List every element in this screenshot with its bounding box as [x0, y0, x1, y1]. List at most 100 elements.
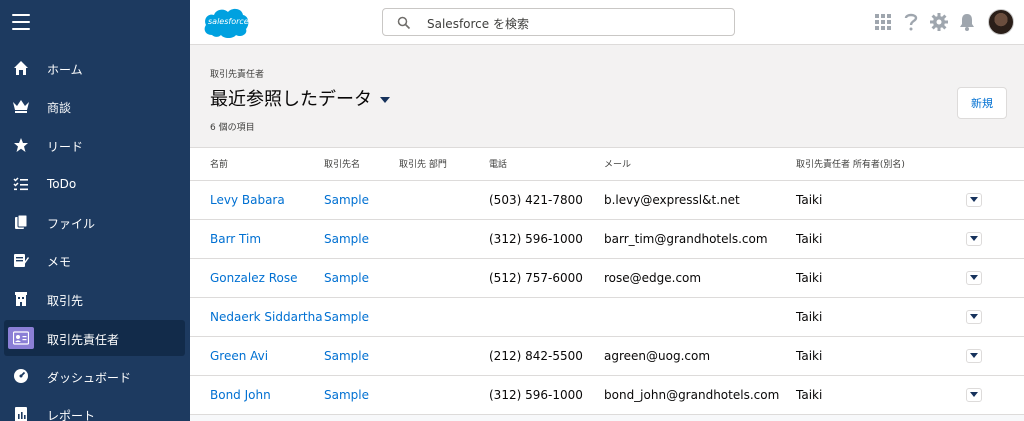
building-icon [12, 290, 30, 308]
row-action-menu-button[interactable] [966, 348, 982, 363]
list-view-panel: 取引先責任者 最近参照したデータ 6 個の項目 新規 名前 取引先名 取引先 部… [190, 45, 1024, 421]
sidebar-item-reports[interactable]: レポート [0, 396, 190, 421]
list-view-header: 取引先責任者 最近参照したデータ 6 個の項目 新規 [190, 45, 1024, 148]
owner-cell: Taiki [796, 219, 966, 259]
row-action-menu-button[interactable] [966, 192, 982, 207]
lead-star-icon [12, 136, 30, 154]
email-cell: b.levy@expressl&t.net [604, 180, 796, 220]
account-name-link[interactable]: Sample [324, 297, 399, 337]
column-header-account[interactable]: 取引先名 [324, 148, 399, 181]
chevron-down-icon[interactable] [380, 97, 390, 103]
sidebar-item-dashboards[interactable]: ダッシュボード [0, 358, 190, 394]
division-cell [399, 219, 489, 259]
table-row: Levy Babara Sample (503) 421-7800 b.levy… [190, 180, 1024, 220]
sidebar-item-opportunities[interactable]: 商談 [0, 88, 190, 124]
email-cell: agreen@uog.com [604, 336, 796, 376]
row-action-menu-button[interactable] [966, 231, 982, 246]
sidebar-item-label: ファイル [47, 217, 96, 231]
contact-card-icon [8, 327, 34, 349]
table-row: Bond John Sample (312) 596-1000 bond_joh… [190, 375, 1024, 415]
contact-name-link[interactable]: Gonzalez Rose [190, 258, 324, 298]
notification-bell-icon[interactable] [958, 13, 976, 31]
chevron-down-icon [970, 314, 978, 319]
chevron-down-icon [970, 236, 978, 241]
row-action-menu-button[interactable] [966, 387, 982, 402]
files-icon [12, 213, 30, 231]
item-count: 6 個の項目 [210, 123, 255, 133]
sidebar-item-contacts[interactable]: 取引先責任者 [4, 320, 185, 356]
owner-cell: Taiki [796, 180, 966, 220]
chevron-down-icon [970, 392, 978, 397]
column-header-owner[interactable]: 取引先責任者 所有者(別名) [796, 148, 966, 181]
account-name-link[interactable]: Sample [324, 375, 399, 415]
sidebar-item-label: レポート [47, 409, 96, 421]
division-cell [399, 297, 489, 337]
sidebar-item-label: ホーム [47, 63, 83, 77]
account-name-link[interactable]: Sample [324, 219, 399, 259]
division-cell [399, 258, 489, 298]
list-view-name: 最近参照したデータ [210, 89, 372, 110]
sidebar-item-accounts[interactable]: 取引先 [0, 281, 190, 317]
division-cell [399, 336, 489, 376]
column-header-email[interactable]: メール [604, 148, 796, 181]
column-header-division[interactable]: 取引先 部門 [399, 148, 489, 181]
sidebar-item-home[interactable]: ホーム [0, 50, 190, 86]
new-button[interactable]: 新規 [957, 87, 1007, 119]
app-launcher-icon[interactable] [874, 13, 892, 31]
email-cell [604, 297, 796, 337]
division-cell [399, 375, 489, 415]
crown-icon [12, 97, 30, 115]
user-avatar[interactable] [988, 9, 1014, 35]
setup-gear-icon[interactable] [930, 13, 948, 31]
sidebar-item-files[interactable]: ファイル [0, 204, 190, 240]
dashboard-gauge-icon [12, 367, 30, 385]
app-sidebar: ホーム 商談 リード ToDo ファイル メモ 取引先 取引先責任者 ダッシュボ… [0, 0, 190, 421]
email-cell: rose@edge.com [604, 258, 796, 298]
email-cell: bond_john@grandhotels.com [604, 375, 796, 415]
logo-text: salesforce [208, 17, 249, 26]
menu-icon[interactable] [12, 14, 30, 30]
phone-cell [489, 297, 604, 337]
phone-cell: (312) 596-1000 [489, 375, 604, 415]
note-icon [12, 251, 30, 269]
table-row: Gonzalez Rose Sample (512) 757-6000 rose… [190, 258, 1024, 298]
sidebar-item-label: ダッシュボード [47, 371, 132, 385]
search-icon [397, 15, 411, 30]
account-name-link[interactable]: Sample [324, 258, 399, 298]
phone-cell: (512) 757-6000 [489, 258, 604, 298]
sidebar-item-label: 取引先責任者 [47, 333, 120, 347]
salesforce-logo[interactable]: salesforce [202, 5, 250, 39]
column-header-name[interactable]: 名前 [190, 148, 324, 181]
contact-name-link[interactable]: Levy Babara [190, 180, 324, 220]
division-cell [399, 180, 489, 220]
sidebar-item-label: ToDo [47, 177, 77, 191]
contact-name-link[interactable]: Green Avi [190, 336, 324, 376]
help-icon[interactable] [902, 13, 920, 31]
report-icon [12, 405, 30, 421]
column-header-actions [966, 148, 1024, 181]
contact-name-link[interactable]: Bond John [190, 375, 324, 415]
sidebar-item-label: 取引先 [47, 294, 84, 308]
row-action-menu-button[interactable] [966, 270, 982, 285]
contact-name-link[interactable]: Barr Tim [190, 219, 324, 259]
chevron-down-icon [970, 353, 978, 358]
phone-cell: (503) 421-7800 [489, 180, 604, 220]
owner-cell: Taiki [796, 336, 966, 376]
sidebar-item-label: リード [47, 140, 84, 154]
contact-name-link[interactable]: Nedaerk Siddartha [190, 297, 324, 337]
search-placeholder: Salesforce を検索 [427, 17, 529, 31]
account-name-link[interactable]: Sample [324, 336, 399, 376]
todo-list-icon [12, 175, 30, 193]
email-cell: barr_tim@grandhotels.com [604, 219, 796, 259]
row-action-menu-button[interactable] [966, 309, 982, 324]
table-row: Nedaerk Siddartha Sample Taiki [190, 297, 1024, 337]
sidebar-item-todo[interactable]: ToDo [0, 166, 190, 202]
object-label: 取引先責任者 [210, 70, 265, 80]
list-view-selector[interactable]: 最近参照したデータ [210, 85, 390, 111]
sidebar-item-leads[interactable]: リード [0, 127, 190, 163]
global-search-input[interactable]: Salesforce を検索 [382, 8, 735, 36]
chevron-down-icon [970, 275, 978, 280]
sidebar-item-notes[interactable]: メモ [0, 242, 190, 278]
account-name-link[interactable]: Sample [324, 180, 399, 220]
column-header-phone[interactable]: 電話 [489, 148, 604, 181]
